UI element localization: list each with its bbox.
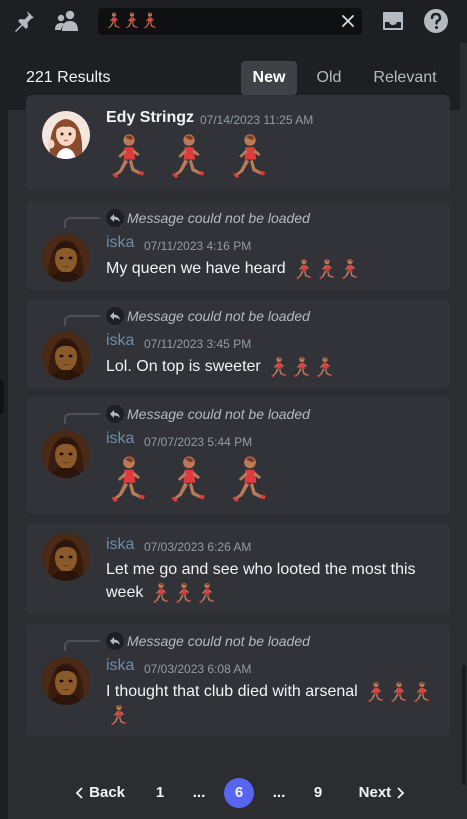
- sort-tab-relevant[interactable]: Relevant: [364, 61, 446, 95]
- inbox-icon[interactable]: [380, 8, 406, 34]
- avatar[interactable]: [42, 332, 90, 380]
- message-text: I thought that club died with arsenal: [106, 683, 358, 700]
- pagination-next-button[interactable]: Next: [352, 778, 412, 808]
- woman-running-emoji: [317, 356, 333, 378]
- pagination-ellipsis[interactable]: ...: [268, 778, 290, 808]
- reply-icon: [106, 307, 124, 325]
- woman-running-emoji: [198, 582, 214, 604]
- woman-running-emoji: [414, 681, 430, 703]
- search-result-card[interactable]: iska 07/03/2023 6:26 AM Let me go and se…: [26, 523, 450, 615]
- search-bar[interactable]: [98, 8, 362, 35]
- woman-running-emoji: [296, 258, 312, 280]
- search-result-card[interactable]: Message could not be loaded iska 07/11/2…: [26, 299, 450, 388]
- chevron-left-icon: [75, 787, 83, 799]
- sort-tab-old[interactable]: Old: [306, 61, 352, 95]
- message-timestamp: 07/03/2023 6:08 AM: [144, 662, 252, 676]
- message-timestamp: 07/07/2023 5:44 PM: [144, 435, 253, 449]
- message-timestamp: 07/03/2023 6:26 AM: [144, 540, 252, 554]
- message-timestamp: 07/14/2023 11:25 AM: [200, 113, 314, 127]
- woman-running-emoji: [319, 258, 335, 280]
- pagination: Back 1 ... 6 ... 9 Next: [8, 778, 460, 808]
- message-content: Lol. On top is sweeter: [106, 355, 436, 378]
- search-query-runners-icon: [107, 12, 156, 29]
- reply-icon: [106, 209, 124, 227]
- woman-running-emoji: [342, 258, 358, 280]
- reply-icon: [106, 405, 124, 423]
- avatar[interactable]: [42, 234, 90, 282]
- message-content: I thought that club died with arsenal: [106, 680, 436, 726]
- message-timestamp: 07/11/2023 3:45 PM: [144, 337, 252, 351]
- woman-running-emoji: [111, 704, 127, 726]
- woman-running-emoji: [232, 456, 266, 503]
- search-result-card[interactable]: Edy Stringz 07/14/2023 11:25 AM: [26, 95, 450, 191]
- reply-connector: [64, 413, 100, 424]
- close-icon[interactable]: [340, 13, 356, 29]
- search-query[interactable]: [106, 12, 160, 31]
- pagination-page-9[interactable]: 9: [308, 778, 328, 808]
- woman-running-emoji: [271, 356, 287, 378]
- author-name[interactable]: iska: [106, 536, 134, 554]
- message-content: Let me go and see who looted the most th…: [106, 558, 426, 604]
- emoji-runners: [106, 455, 273, 503]
- reply-connector: [64, 640, 100, 651]
- search-result-card[interactable]: Message could not be loaded iska 07/11/2…: [26, 201, 450, 290]
- top-toolbar: [0, 0, 467, 43]
- collapse-handle[interactable]: [0, 380, 4, 414]
- pagination-back-button[interactable]: Back: [70, 778, 130, 808]
- author-name[interactable]: iska: [106, 430, 134, 448]
- pagination-next-label: Next: [358, 784, 392, 801]
- help-icon[interactable]: [423, 8, 449, 34]
- reply-preview[interactable]: Message could not be loaded: [127, 406, 310, 422]
- avatar[interactable]: [42, 533, 90, 581]
- pin-icon[interactable]: [11, 8, 37, 34]
- woman-running-emoji: [368, 681, 384, 703]
- avatar[interactable]: [42, 430, 90, 478]
- woman-running-emoji: [391, 681, 407, 703]
- reply-preview[interactable]: Message could not be loaded: [127, 633, 310, 649]
- woman-running-emoji: [294, 356, 310, 378]
- results-count: 221 Results: [26, 69, 111, 86]
- avatar[interactable]: [42, 657, 90, 705]
- author-name[interactable]: iska: [106, 332, 134, 350]
- emoji-runners: [106, 133, 273, 179]
- pagination-ellipsis[interactable]: ...: [188, 778, 210, 808]
- reply-connector: [64, 315, 100, 326]
- woman-running-emoji: [111, 456, 145, 503]
- author-name[interactable]: iska: [106, 657, 134, 675]
- woman-running-emoji: [233, 134, 265, 179]
- search-result-card[interactable]: Message could not be loaded iska 07/07/2…: [26, 397, 450, 514]
- scrollbar-thumb[interactable]: [462, 665, 466, 785]
- message-text: My queen we have heard: [106, 260, 286, 277]
- woman-running-emoji: [112, 134, 145, 179]
- pagination-page-1[interactable]: 1: [150, 778, 170, 808]
- sort-tab-new[interactable]: New: [241, 61, 297, 95]
- message-text: Lol. On top is sweeter: [106, 358, 261, 375]
- members-icon[interactable]: [54, 8, 80, 34]
- pagination-page-current[interactable]: 6: [224, 778, 254, 808]
- woman-running-emoji: [171, 456, 206, 503]
- author-name[interactable]: Edy Stringz: [106, 109, 194, 127]
- message-timestamp: 07/11/2023 4:16 PM: [144, 239, 252, 253]
- reply-preview[interactable]: Message could not be loaded: [127, 308, 310, 324]
- pagination-back-label: Back: [89, 784, 126, 801]
- message-content: My queen we have heard: [106, 257, 436, 280]
- search-result-card[interactable]: Message could not be loaded iska 07/03/2…: [26, 624, 450, 736]
- reply-icon: [106, 632, 124, 650]
- left-edge: [0, 43, 8, 819]
- chevron-right-icon: [397, 787, 405, 799]
- author-name[interactable]: iska: [106, 234, 134, 252]
- reply-connector: [64, 217, 100, 228]
- woman-running-emoji: [175, 582, 191, 604]
- avatar[interactable]: [42, 111, 90, 159]
- woman-running-emoji: [152, 582, 168, 604]
- reply-preview[interactable]: Message could not be loaded: [127, 210, 310, 226]
- search-results-panel: 221 Results New Old Relevant Edy Stringz…: [8, 43, 460, 819]
- woman-running-emoji: [172, 134, 205, 179]
